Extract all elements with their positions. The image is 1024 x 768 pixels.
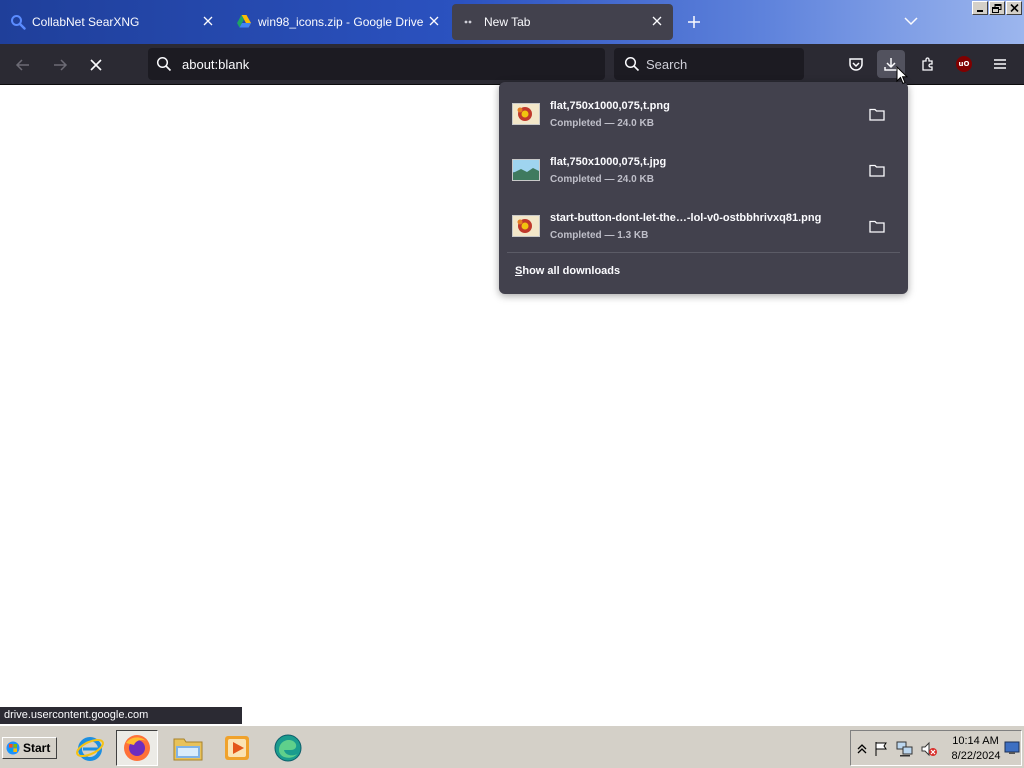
start-button[interactable]: Start (2, 737, 57, 759)
window-controls (972, 1, 1022, 15)
search-icon (156, 56, 172, 75)
show-desktop-button[interactable] (1003, 739, 1021, 757)
download-filename: start-button-dont-let-the…-lol-v0-ostbbh… (550, 212, 822, 224)
edge-browser-button[interactable] (267, 730, 309, 766)
image-thumbnail-icon (512, 215, 540, 237)
tab-google-drive[interactable]: win98_icons.zip - Google Drive (226, 4, 450, 40)
image-thumbnail-icon (512, 103, 540, 125)
system-tray: 10:14 AM 8/22/2024 (850, 730, 1022, 766)
status-link-tooltip: drive.usercontent.google.com (0, 707, 242, 724)
minimize-icon (977, 10, 983, 12)
tab-new-tab[interactable]: New Tab (452, 4, 673, 40)
download-filename: flat,750x1000,075,t.jpg (550, 156, 667, 168)
search-input[interactable] (646, 48, 796, 80)
searxng-search-icon (10, 14, 26, 30)
forward-button[interactable] (47, 52, 73, 78)
extensions-button[interactable] (914, 50, 942, 78)
show-all-downloads-button[interactable]: Show all downloads (515, 265, 620, 277)
network-computer-icon (896, 741, 913, 757)
action-center-icon[interactable] (872, 740, 890, 758)
chevron-up-icon (857, 744, 867, 754)
search-bar[interactable] (614, 48, 804, 80)
flag-icon (875, 742, 887, 756)
clock-date[interactable]: 8/22/2024 (946, 750, 1006, 762)
show-all-label: how all downloads (522, 265, 621, 277)
firefox-icon (124, 735, 150, 761)
show-hidden-icons-button[interactable] (853, 740, 871, 758)
new-tab-button[interactable] (684, 12, 704, 32)
url-input[interactable] (182, 48, 592, 80)
google-drive-icon (236, 14, 252, 30)
download-item[interactable]: flat,750x1000,075,t.png Completed — 24.0… (503, 86, 904, 138)
taskbar: Start 10:14 AM 8/22/2024 (0, 725, 1024, 768)
search-icon (624, 56, 640, 75)
pocket-button[interactable] (842, 50, 870, 78)
internet-explorer-button[interactable] (69, 730, 111, 766)
tab-title: CollabNet SearXNG (32, 15, 140, 29)
close-tab-icon[interactable] (649, 13, 665, 29)
close-window-button[interactable] (1006, 1, 1022, 15)
chevron-down-icon (904, 17, 918, 26)
tab-strip: CollabNet SearXNG win98_icons.zip - Goog… (0, 0, 1024, 44)
start-label: Start (23, 741, 51, 755)
restore-icon (992, 3, 1002, 13)
download-status: Completed — 24.0 KB (550, 118, 654, 129)
media-player-icon (225, 736, 249, 760)
volume-muted-icon[interactable] (920, 740, 938, 758)
file-explorer-button[interactable] (167, 730, 209, 766)
minimize-button[interactable] (972, 1, 988, 15)
folder-icon (173, 738, 203, 761)
back-button[interactable] (10, 52, 36, 78)
pocket-icon (849, 58, 863, 71)
speaker-muted-icon (921, 741, 937, 757)
close-icon (1009, 4, 1019, 12)
navigation-toolbar: uO (0, 44, 1024, 85)
ublock-icon: uO (956, 56, 972, 72)
folder-icon[interactable] (868, 218, 886, 234)
network-icon[interactable] (896, 740, 914, 758)
internet-explorer-icon (76, 737, 104, 761)
firefox-button[interactable] (116, 730, 158, 766)
desktop-icon (1004, 741, 1020, 754)
windows-orb-icon (6, 741, 20, 755)
close-tab-icon[interactable] (200, 13, 216, 29)
list-all-tabs-button[interactable] (902, 12, 920, 30)
tab-title: New Tab (484, 15, 531, 29)
close-tab-icon[interactable] (426, 13, 442, 29)
forward-arrow-icon (54, 59, 68, 71)
tab-searxng[interactable]: CollabNet SearXNG (0, 4, 224, 40)
download-item[interactable]: start-button-dont-let-the…-lol-v0-ostbbh… (503, 198, 904, 250)
mouse-cursor-icon (896, 65, 909, 88)
plus-icon (688, 16, 700, 28)
hamburger-menu-icon (994, 59, 1006, 69)
back-arrow-icon (15, 59, 29, 71)
divider (507, 252, 900, 253)
download-status: Completed — 24.0 KB (550, 174, 654, 185)
puzzle-icon (922, 57, 933, 71)
download-filename: flat,750x1000,075,t.png (550, 100, 670, 112)
image-thumbnail-icon (512, 159, 540, 181)
folder-icon[interactable] (868, 106, 886, 122)
downloads-panel: flat,750x1000,075,t.png Completed — 24.0… (499, 82, 908, 294)
ublock-origin-button[interactable]: uO (950, 50, 978, 78)
restore-button[interactable] (989, 1, 1005, 15)
media-player-button[interactable] (216, 730, 258, 766)
tab-title: win98_icons.zip - Google Drive (258, 15, 424, 29)
folder-icon[interactable] (868, 162, 886, 178)
edge-icon (274, 734, 302, 762)
loading-icon (462, 14, 478, 30)
download-item[interactable]: flat,750x1000,075,t.jpg Completed — 24.0… (503, 142, 904, 194)
address-bar[interactable] (148, 48, 605, 80)
stop-icon (90, 59, 102, 71)
stop-loading-button[interactable] (83, 52, 109, 78)
app-menu-button[interactable] (986, 50, 1014, 78)
download-status: Completed — 1.3 KB (550, 230, 649, 241)
clock-time[interactable]: 10:14 AM (948, 735, 1003, 747)
